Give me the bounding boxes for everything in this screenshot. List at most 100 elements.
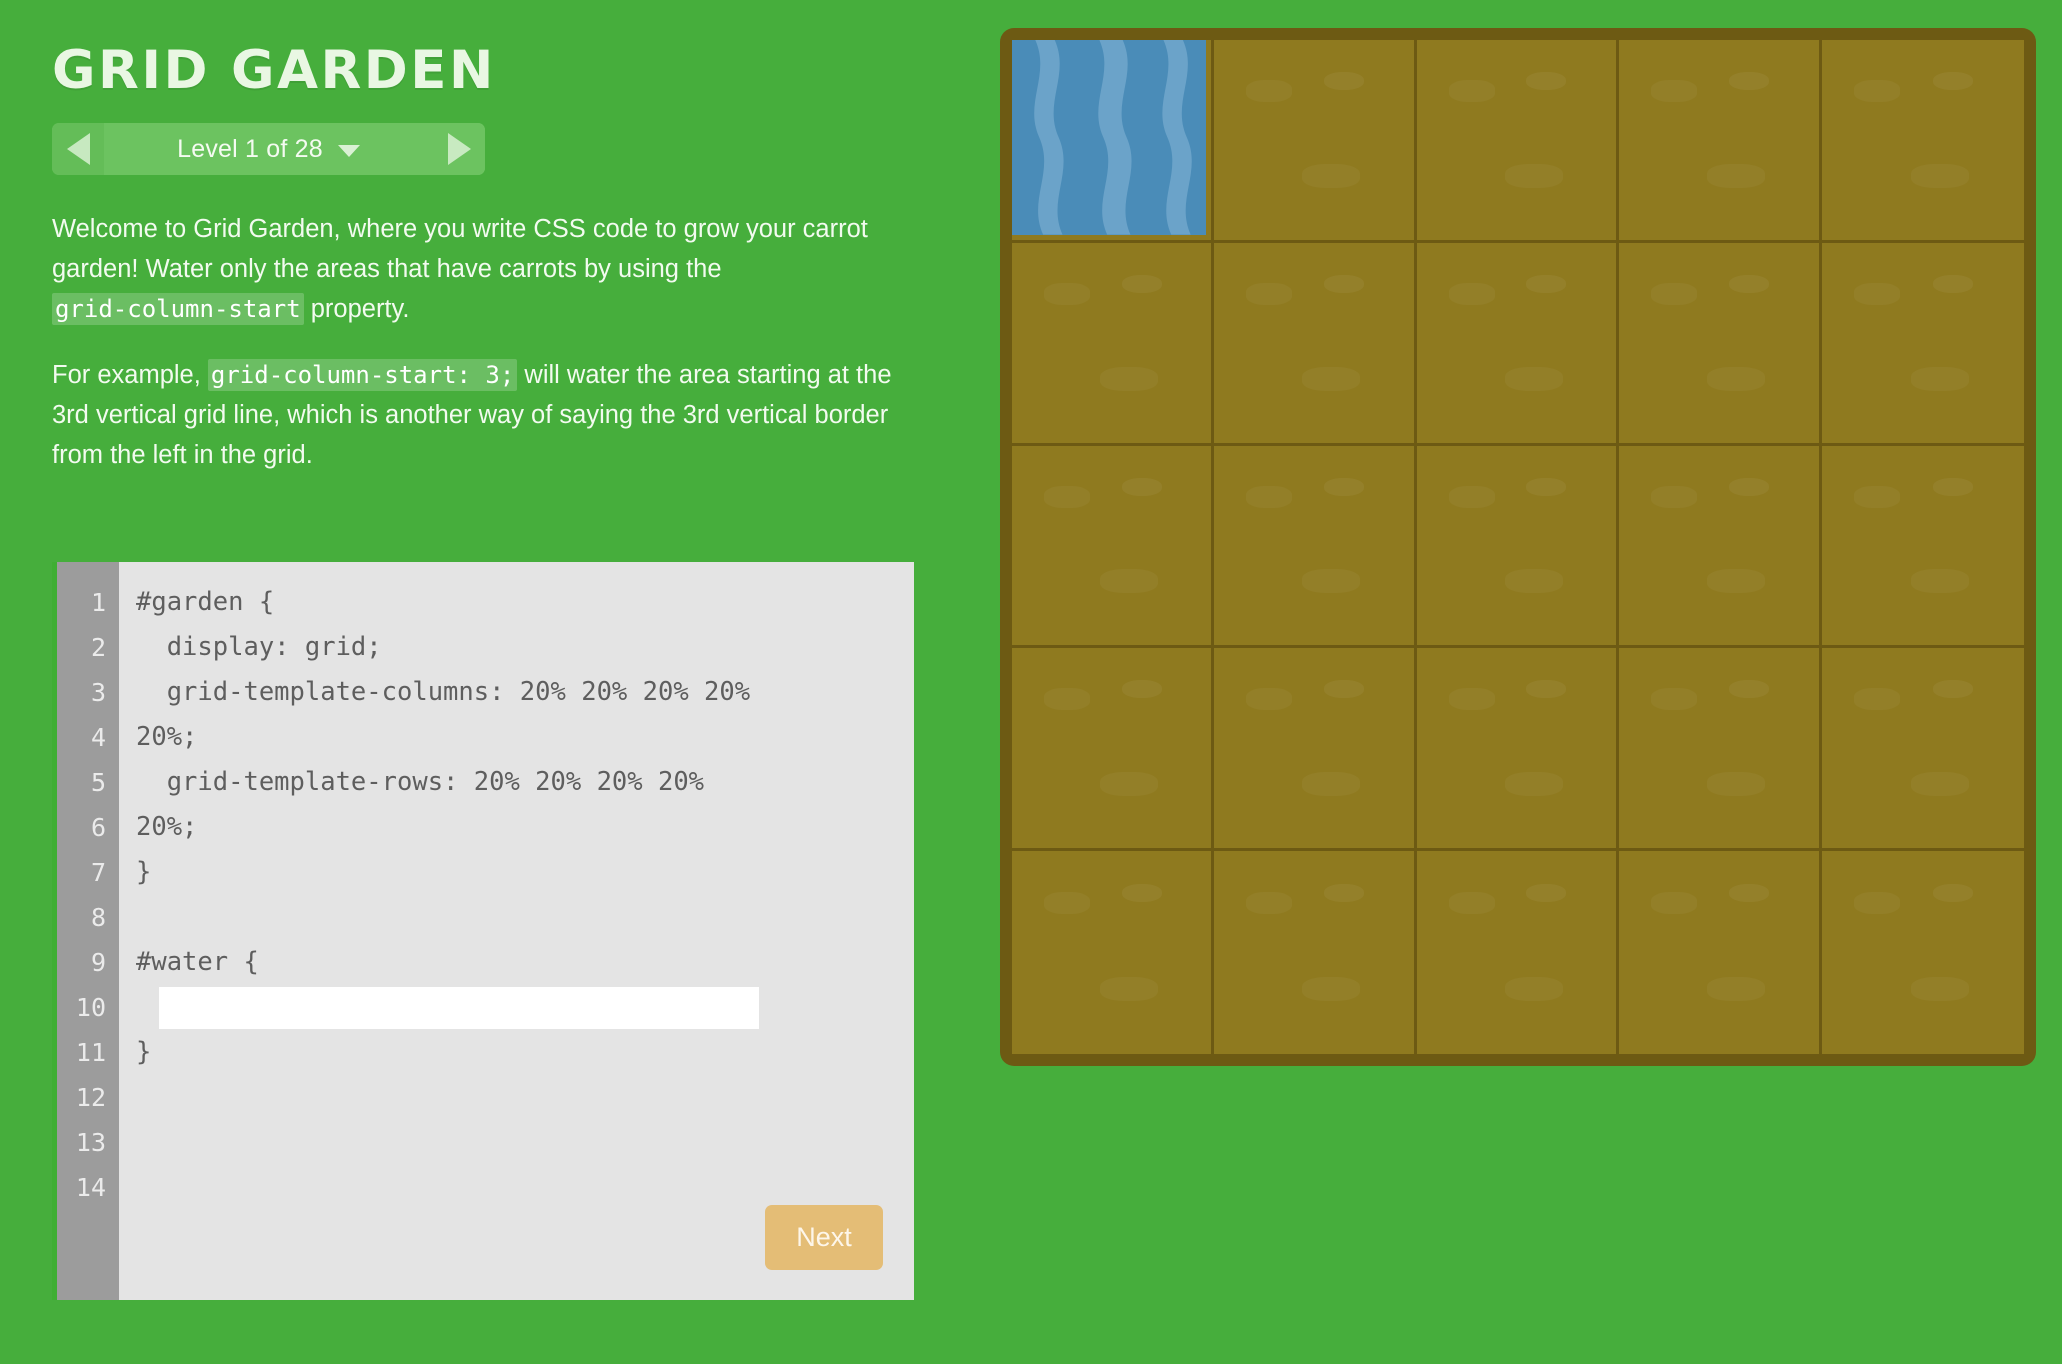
garden-cell xyxy=(1012,445,1215,649)
line-number: 12 xyxy=(75,1083,106,1112)
garden-cell xyxy=(1416,648,1620,852)
code-line: } xyxy=(136,1037,152,1067)
code-line: display: grid; xyxy=(136,632,382,662)
dirt-speck xyxy=(1324,477,1365,496)
line-number: 8 xyxy=(90,903,106,932)
line-number: 14 xyxy=(75,1173,106,1202)
garden-cell xyxy=(1214,445,1417,649)
code-line: grid-template-rows: 20% 20% 20% 20% xyxy=(136,767,705,797)
previous-level-button[interactable] xyxy=(52,123,104,175)
dirt-speck xyxy=(1121,477,1162,496)
line-number: 6 xyxy=(90,813,106,842)
dirt-speck xyxy=(1932,680,1973,699)
garden-cell xyxy=(1619,851,1822,1054)
garden-cell xyxy=(1416,242,1620,446)
instructions: Welcome to Grid Garden, where you write … xyxy=(52,209,907,475)
dirt-speck xyxy=(1526,883,1567,902)
dirt-speck xyxy=(1728,71,1769,90)
dirt-speck xyxy=(1324,883,1365,902)
garden-cell xyxy=(1012,851,1215,1054)
line-number: 9 xyxy=(90,948,106,977)
instruction-text-1b: property. xyxy=(303,295,410,323)
line-number: 7 xyxy=(90,858,106,887)
dirt-speck xyxy=(1526,680,1567,699)
dirt-speck xyxy=(1324,274,1365,293)
code-line: } xyxy=(136,857,152,887)
dirt-speck xyxy=(1728,680,1769,699)
line-number: 1 xyxy=(90,588,106,617)
code-line: 20%; xyxy=(136,722,198,752)
garden-cell xyxy=(1619,648,1822,852)
triangle-right-icon xyxy=(447,133,471,165)
chevron-down-icon xyxy=(337,145,360,157)
dirt-speck xyxy=(1526,274,1567,293)
css-input[interactable] xyxy=(159,987,759,1029)
css-editor: 1 2 3 4 5 6 7 8 9 10 11 12 13 14 #garden { display: g… xyxy=(52,562,914,1300)
dirt-speck xyxy=(1728,274,1769,293)
dirt-speck xyxy=(1932,274,1973,293)
dirt-speck xyxy=(1324,680,1365,699)
line-number: 13 xyxy=(75,1128,106,1157)
inline-code-example: grid-column-start: 3; xyxy=(207,359,518,391)
line-number: 2 xyxy=(90,633,106,662)
next-button[interactable]: Next xyxy=(765,1205,883,1270)
code-line: #garden { xyxy=(136,587,275,617)
instruction-paragraph-1: Welcome to Grid Garden, where you write … xyxy=(52,209,907,329)
garden-cell xyxy=(1619,242,1822,446)
line-number: 11 xyxy=(75,1038,106,1067)
instruction-paragraph-2: For example, grid-column-start: 3; will … xyxy=(52,355,907,475)
garden-cell xyxy=(1214,242,1417,446)
code-line: 20%; xyxy=(136,812,198,842)
dirt-speck xyxy=(1324,71,1365,90)
dirt-speck xyxy=(1932,477,1973,496)
dirt-speck xyxy=(1728,477,1769,496)
garden-cell xyxy=(1214,851,1417,1054)
line-number: 4 xyxy=(90,723,106,752)
triangle-left-icon xyxy=(66,133,90,165)
garden-cell xyxy=(1821,648,2024,852)
level-label: Level 1 of 28 xyxy=(177,134,323,163)
level-selector: Level 1 of 28 xyxy=(52,123,485,175)
page-title: GRID GARDEN xyxy=(52,40,496,101)
water-waves-icon xyxy=(1012,40,1207,235)
dirt-speck xyxy=(1728,883,1769,902)
dirt-speck xyxy=(1932,71,1973,90)
garden-cell xyxy=(1416,851,1620,1054)
instruction-text-2a: For example, xyxy=(52,361,208,389)
line-number: 3 xyxy=(90,678,106,707)
dirt-speck xyxy=(1121,883,1162,902)
dirt-speck xyxy=(1526,477,1567,496)
garden-cell xyxy=(1416,40,1620,243)
garden-cell xyxy=(1012,242,1215,446)
level-dropdown[interactable]: Level 1 of 28 xyxy=(104,123,433,175)
garden-cell xyxy=(1012,648,1215,852)
line-number-gutter: 1 2 3 4 5 6 7 8 9 10 11 12 13 14 xyxy=(57,562,119,1300)
inline-code-property: grid-column-start xyxy=(52,293,304,325)
code-line: grid-template-columns: 20% 20% 20% 20% xyxy=(136,677,751,707)
line-number: 5 xyxy=(90,768,106,797)
dirt-speck xyxy=(1932,883,1973,902)
garden-cell xyxy=(1821,242,2024,446)
garden-cell xyxy=(1214,40,1417,243)
garden-cell xyxy=(1821,851,2024,1054)
code-area[interactable]: #garden { display: grid; grid-template-c… xyxy=(119,562,914,1300)
garden-cell xyxy=(1821,40,2024,243)
garden-cell xyxy=(1821,445,2024,649)
dirt-speck xyxy=(1526,71,1567,90)
line-number: 10 xyxy=(75,993,106,1022)
garden-cell xyxy=(1619,40,1822,243)
dirt-speck xyxy=(1121,680,1162,699)
water-area xyxy=(1012,40,1207,235)
garden-cell xyxy=(1214,648,1417,852)
next-level-button[interactable] xyxy=(433,123,485,175)
garden-frame xyxy=(1000,28,2036,1066)
dirt-speck xyxy=(1121,274,1162,293)
garden-cell xyxy=(1619,445,1822,649)
instruction-text-1a: Welcome to Grid Garden, where you write … xyxy=(52,215,868,283)
garden-cell xyxy=(1416,445,1620,649)
code-line: #water { xyxy=(136,947,259,977)
